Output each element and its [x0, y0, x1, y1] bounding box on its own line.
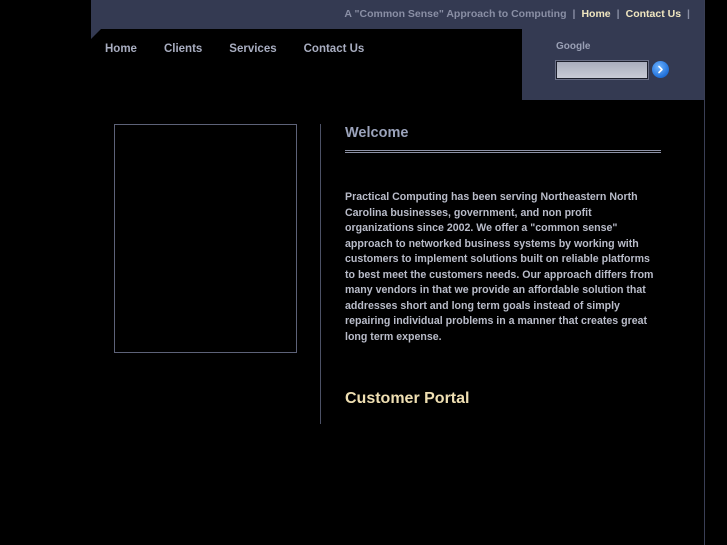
- main-nav: Home Clients Services Contact Us: [105, 43, 391, 55]
- page-title: Welcome: [345, 125, 409, 141]
- right-border: [704, 0, 705, 545]
- nav-item-contact-us[interactable]: Contact Us: [304, 43, 365, 55]
- nav-item-clients[interactable]: Clients: [164, 43, 202, 55]
- google-search-panel: Google: [522, 29, 704, 100]
- separator: |: [572, 8, 576, 20]
- utility-links: A "Common Sense" Approach to Computing | H…: [344, 8, 696, 20]
- search-label: Google: [556, 41, 591, 52]
- top-link-home[interactable]: Home: [581, 8, 610, 20]
- site-tagline: A "Common Sense" Approach to Computing: [344, 8, 567, 20]
- content-divider: [320, 124, 321, 424]
- separator: |: [687, 8, 690, 20]
- nav-item-services[interactable]: Services: [229, 43, 276, 55]
- title-underline: [345, 150, 661, 153]
- topbar-corner-decoration: [91, 29, 101, 39]
- chevron-right-icon: [658, 65, 663, 74]
- customer-portal-link[interactable]: Customer Portal: [345, 390, 469, 408]
- image-placeholder: [114, 124, 297, 353]
- page: A "Common Sense" Approach to Computing | H…: [0, 0, 727, 545]
- search-input[interactable]: [555, 60, 649, 80]
- intro-paragraph: Practical Computing has been serving Nor…: [345, 191, 654, 343]
- nav-item-home[interactable]: Home: [105, 43, 137, 55]
- top-link-contact-us[interactable]: Contact Us: [626, 8, 681, 20]
- separator: |: [616, 8, 620, 20]
- top-utility-bar: A "Common Sense" Approach to Computing | H…: [91, 0, 704, 29]
- search-button[interactable]: [652, 61, 669, 78]
